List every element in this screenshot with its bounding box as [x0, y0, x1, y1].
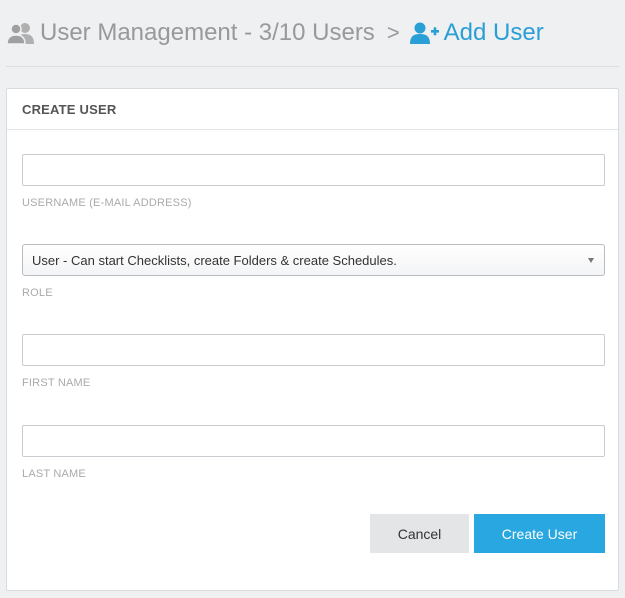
last-name-group: LAST NAME	[22, 425, 605, 480]
user-plus-icon	[409, 22, 439, 44]
role-select[interactable]: User - Can start Checklists, create Fold…	[22, 244, 605, 276]
first-name-input[interactable]	[22, 334, 605, 366]
username-input[interactable]	[22, 154, 605, 186]
last-name-label: LAST NAME	[22, 468, 86, 480]
create-user-panel: CREATE USER USERNAME (E-MAIL ADDRESS) Us…	[6, 88, 619, 591]
caret-down-icon	[588, 258, 594, 263]
users-icon	[6, 23, 34, 45]
breadcrumb-parent-link[interactable]: User Management - 3/10 Users	[40, 21, 375, 45]
create-user-button[interactable]: Create User	[474, 514, 605, 553]
role-selected-value: User - Can start Checklists, create Fold…	[32, 252, 397, 268]
first-name-group: FIRST NAME	[22, 334, 605, 389]
username-group: USERNAME (E-MAIL ADDRESS)	[22, 154, 605, 209]
header-divider	[6, 66, 619, 67]
page-header: User Management - 3/10 Users > Add User	[0, 0, 625, 66]
panel-title: CREATE USER	[7, 89, 618, 130]
last-name-input[interactable]	[22, 425, 605, 457]
username-label: USERNAME (E-MAIL ADDRESS)	[22, 197, 192, 209]
cancel-button[interactable]: Cancel	[370, 514, 469, 553]
first-name-label: FIRST NAME	[22, 377, 91, 389]
role-group: User - Can start Checklists, create Fold…	[22, 244, 605, 299]
breadcrumb: User Management - 3/10 Users > Add User	[6, 21, 544, 45]
breadcrumb-current: Add User	[443, 19, 544, 46]
role-label: ROLE	[22, 287, 53, 299]
breadcrumb-separator: >	[386, 20, 400, 45]
